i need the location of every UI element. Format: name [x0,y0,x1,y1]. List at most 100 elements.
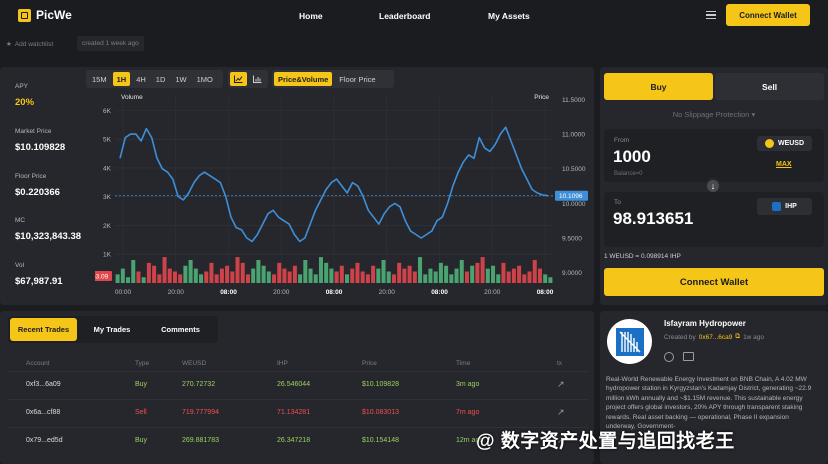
volume-bar [334,271,339,283]
interval-1w[interactable]: 1W [171,72,190,86]
volume-axis-label: Volume [121,94,143,101]
stat-value: $0.220366 [15,187,60,198]
from-label: From [614,137,630,144]
volume-bar [386,271,391,283]
stat-value: $10.109828 [15,142,66,153]
volume-bar [120,268,125,283]
nav-my-assets-link[interactable]: My Assets [488,11,530,21]
stat-market-price: Market Price $10.109828 [15,128,65,153]
sell-tab[interactable]: Sell [715,73,824,100]
interval-4h[interactable]: 4H [132,72,150,86]
volume-bar [517,265,522,283]
line-chart-icon[interactable] [230,72,247,86]
col-time: Time [456,360,471,367]
volume-bar [506,271,511,283]
stat-floor-price: Floor Price $0.220366 [15,173,60,198]
weusd-token-icon [764,139,774,148]
volume-bar [183,265,188,283]
external-link-icon[interactable]: ↗ [557,407,565,418]
buy-tab[interactable]: Buy [604,73,713,100]
from-amount-input[interactable]: 1000 [613,147,651,167]
volume-bar [522,274,527,283]
volume-bar [256,259,261,283]
from-token-select[interactable]: WEUSD [757,136,812,151]
bar-chart-icon[interactable] [249,72,266,86]
volume-bar [126,277,131,283]
x-tick-label: 08:00 [431,289,448,296]
stat-value: $67,987.91 [15,276,63,287]
volume-bar [318,257,323,283]
cell-ihp: 26.347218 [277,437,311,444]
volume-bar [219,268,224,283]
recent-trades-tab[interactable]: Recent Trades [10,318,77,341]
created-by-label: Created by [664,333,696,341]
volume-bar [381,259,386,283]
volume-bar [204,271,209,283]
price-tick-label: 10.5000 [562,166,586,173]
volume-bar [532,259,537,283]
nav-connect-wallet-button[interactable]: Connect Wallet [726,4,810,26]
volume-bar [141,277,146,283]
volume-tick-label: 2K [103,223,112,230]
volume-bar [501,262,506,283]
hydropower-logo-icon [615,327,644,356]
max-button[interactable]: MAX [776,161,792,168]
volume-bar [245,274,250,283]
project-avatar [607,319,652,364]
volume-bar [146,262,151,283]
add-watchlist-button[interactable]: ★ Add watchlist [6,40,53,49]
volume-bar [475,262,480,283]
mode-price-volume[interactable]: Price&Volume [274,72,333,86]
to-token-select[interactable]: IHP [757,198,812,215]
copy-icon[interactable]: ⧉ [735,333,740,341]
price-tick-label: 9.5000 [562,235,582,242]
slippage-label: No Slippage Protection [672,110,750,119]
volume-tick-label: 4K [103,165,112,172]
nav-home-link[interactable]: Home [299,11,323,21]
cell-ihp: 71.134281 [277,409,311,416]
volume-bar [423,274,428,283]
mode-floor-price[interactable]: Floor Price [335,72,379,86]
external-link-icon[interactable]: ↗ [557,379,565,390]
slippage-setting[interactable]: No Slippage Protection ▾ [604,110,824,119]
volume-bar [209,262,214,283]
my-trades-tab[interactable]: My Trades [80,318,144,341]
brand-logo[interactable]: PicWe [18,8,72,22]
volume-bar [464,271,469,283]
volume-tick-label: 5K [103,137,112,144]
cell-account[interactable]: 0x6a...cf88 [26,409,60,416]
cell-weusd: 269.881783 [182,437,219,444]
volume-bar [167,268,172,283]
volume-bar [537,268,542,283]
balance-text: Balance=0 [614,171,643,177]
to-amount-output: 98.913651 [613,209,694,228]
volume-bar [412,271,417,283]
volume-bar [329,268,334,283]
table-row[interactable]: 0x6a...cf88 Sell 719.777994 71.134281 $1… [0,404,594,424]
price-volume-chart[interactable]: 6K 5K 4K 3K 2K 1K 11.5000 11.0000 10.5000 10.0000… [95,88,590,303]
volume-bar [355,262,360,283]
interval-1h[interactable]: 1H [112,72,131,86]
comments-tab[interactable]: Comments [147,318,214,341]
row-divider [8,371,588,372]
cell-account[interactable]: 0x79...ed5d [26,437,63,444]
swap-connect-wallet-button[interactable]: Connect Wallet [604,268,824,296]
volume-bar [548,277,553,283]
nav-leaderboard-link[interactable]: Leaderboard [379,11,431,21]
table-row[interactable]: 0xf3...6a09 Buy 270.72732 26.546044 $10.… [0,376,594,396]
cell-account[interactable]: 0xf3...6a09 [26,381,61,388]
image-icon[interactable] [683,352,694,361]
interval-1d[interactable]: 1D [152,72,170,86]
to-token-label: IHP [785,203,797,210]
price-tick-label: 9.0000 [562,270,582,277]
menu-icon[interactable] [706,11,716,19]
creator-address-link[interactable]: 0x67...6ca9 [699,334,733,341]
axis-labels: 6K 5K 4K 3K 2K 1K 11.5000 11.0000 10.5000 10.0000… [95,94,588,296]
interval-15m[interactable]: 15M [88,72,111,86]
volume-bar [136,271,141,283]
volume-bar [438,262,443,283]
globe-icon[interactable] [664,352,674,362]
interval-1mo[interactable]: 1MO [193,72,217,86]
x-tick-label: 08:00 [326,289,343,296]
x-tick-label: 08:00 [220,289,237,296]
